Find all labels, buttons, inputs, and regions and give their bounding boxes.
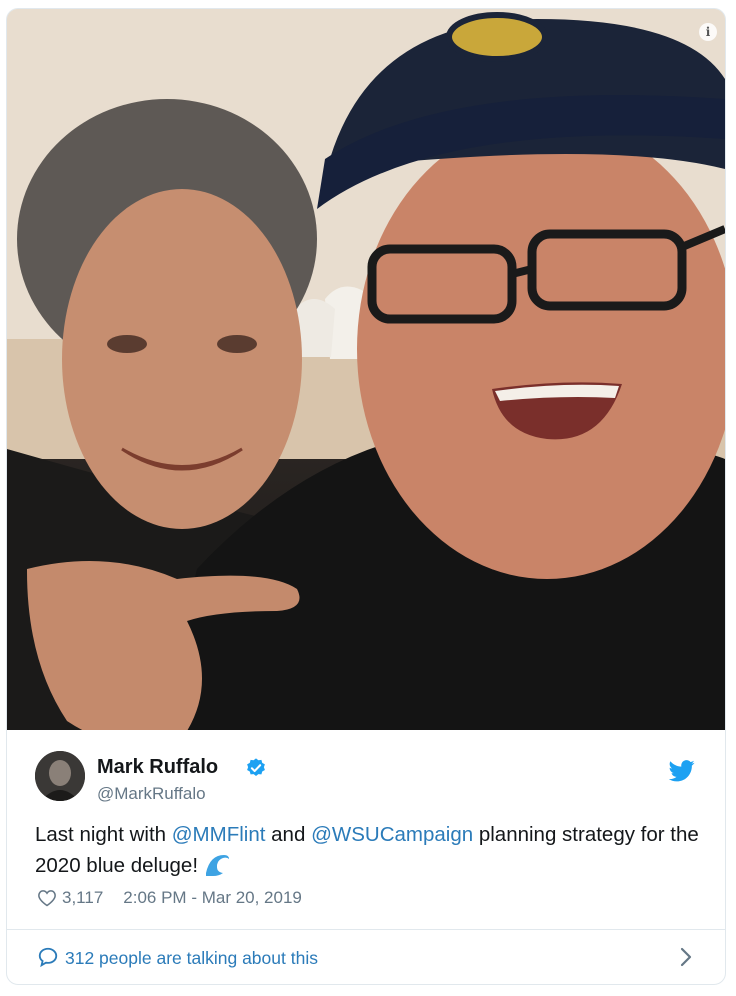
- avatar[interactable]: [35, 751, 85, 801]
- mention-wsucampaign[interactable]: @WSUCampaign: [311, 823, 473, 846]
- heart-icon[interactable]: [37, 888, 57, 908]
- wave-emoji-icon: [206, 855, 230, 876]
- tweet-meta: 3,117 2:06 PM - Mar 20, 2019: [37, 888, 302, 908]
- info-icon[interactable]: i: [699, 23, 717, 41]
- speech-bubble-icon: [38, 947, 58, 968]
- twitter-bird-icon[interactable]: [669, 760, 695, 782]
- author-name[interactable]: Mark Ruffalo: [97, 756, 218, 779]
- tweet-text: Last night with @MMFlint and @WSUCampaig…: [35, 819, 705, 881]
- verified-badge-icon: [247, 758, 265, 776]
- timestamp[interactable]: 2:06 PM - Mar 20, 2019: [123, 888, 302, 908]
- chevron-right-icon[interactable]: [679, 946, 693, 968]
- mention-mmflint[interactable]: @MMFlint: [172, 823, 266, 846]
- tweet-text-part: and: [265, 823, 312, 846]
- selfie-photo-illustration: [7, 9, 725, 730]
- tweet-card: i Mark Ruffalo @MarkRuffalo Last night w…: [6, 8, 726, 985]
- tweet-footer[interactable]: 312 people are talking about this: [7, 930, 725, 984]
- author-handle[interactable]: @MarkRuffalo: [97, 784, 206, 804]
- like-count[interactable]: 3,117: [62, 888, 103, 908]
- tweet-photo[interactable]: i: [7, 9, 725, 730]
- conversation-link[interactable]: 312 people are talking about this: [65, 948, 318, 969]
- tweet-header: Mark Ruffalo @MarkRuffalo: [7, 731, 725, 804]
- tweet-text-part: Last night with: [35, 823, 172, 846]
